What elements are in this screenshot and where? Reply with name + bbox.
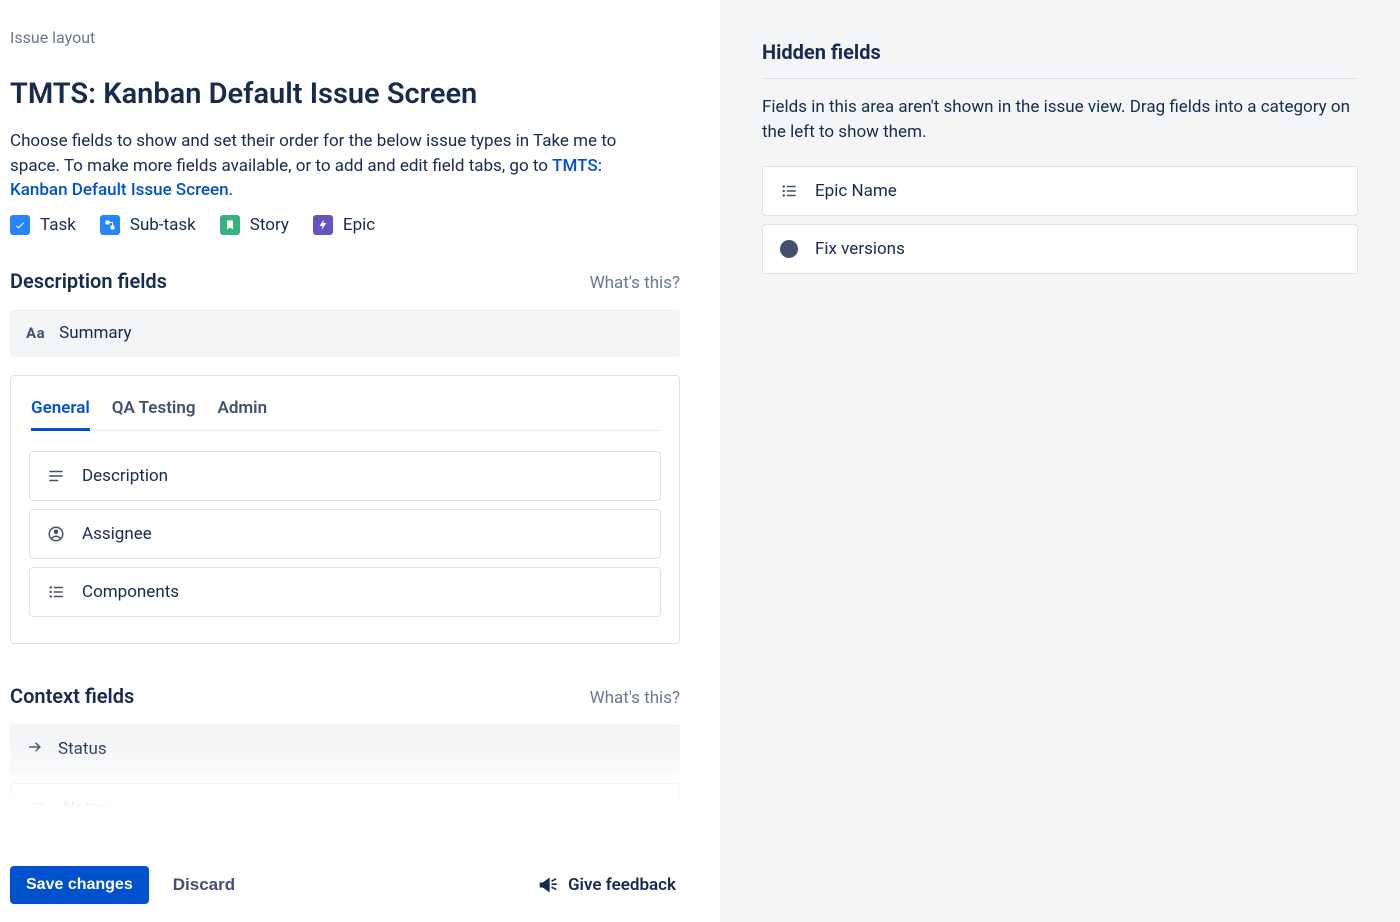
field-label: Status [58,739,107,759]
context-field-list: Status Notes Reporter [10,724,680,852]
tab-qa-testing[interactable]: QA Testing [112,398,196,431]
status-locked-field: Status [10,724,680,775]
issue-type-task: Task [10,215,76,235]
intro-text: Choose fields to show and set their orde… [10,129,650,203]
hidden-fields-description: Fields in this area aren't shown in the … [762,95,1358,144]
list-icon [779,181,799,201]
list-icon [46,582,66,602]
issue-type-label: Story [250,215,289,235]
paragraph-icon [46,466,66,486]
context-fields-header: Context fields What's this? [10,684,710,708]
page-title: TMTS: Kanban Default Issue Screen [10,77,710,111]
issue-type-story: Story [220,215,289,235]
issue-type-label: Epic [343,215,375,235]
field-description[interactable]: Description [29,451,661,501]
section-heading: Description fields [10,269,167,293]
megaphone-icon [538,875,558,895]
issue-type-subtask: Sub-task [100,215,196,235]
save-button[interactable]: Save changes [10,866,149,904]
epic-icon [313,215,333,235]
task-icon [10,215,30,235]
field-label: Fix versions [815,239,905,259]
feedback-label: Give feedback [568,875,676,895]
text-field-icon: Aa [26,324,45,342]
discard-button[interactable]: Discard [173,875,235,895]
issue-types-row: Task Sub-task Story [10,215,710,235]
field-label: Description [82,466,168,486]
description-field-list: Description Assignee Components [29,451,661,617]
tab-admin[interactable]: Admin [218,398,268,431]
description-whats-this[interactable]: What's this? [590,273,680,293]
chevron-down-circle-icon [779,239,799,259]
field-epic-name[interactable]: Epic Name [762,166,1358,216]
description-tabs-card: General QA Testing Admin Description [10,375,680,644]
description-fields-header: Description fields What's this? [10,269,710,293]
field-label: Epic Name [815,181,897,201]
field-reporter[interactable]: Reporter [10,841,680,852]
field-label: Assignee [82,524,152,544]
field-tabs: General QA Testing Admin [29,398,661,431]
section-heading: Context fields [10,684,134,708]
person-icon [46,524,66,544]
subtask-icon [100,215,120,235]
summary-locked-field: Aa Summary [10,309,680,357]
give-feedback-button[interactable]: Give feedback [538,875,700,895]
issue-type-epic: Epic [313,215,375,235]
tab-general[interactable]: General [31,398,90,431]
field-components[interactable]: Components [29,567,661,617]
issue-type-label: Task [40,215,76,235]
paragraph-icon [27,798,47,818]
field-fix-versions[interactable]: Fix versions [762,224,1358,274]
hidden-fields-heading: Hidden fields [762,40,1358,79]
field-label: Components [82,582,179,602]
story-icon [220,215,240,235]
field-label: Summary [59,323,131,343]
intro-period: . [229,180,233,200]
hidden-fields-panel: Hidden fields Fields in this area aren't… [720,0,1400,922]
field-notes[interactable]: Notes [10,783,680,833]
field-assignee[interactable]: Assignee [29,509,661,559]
intro-body: Choose fields to show and set their orde… [10,131,616,176]
arrow-right-icon [26,738,44,761]
hidden-field-list: Epic Name Fix versions [762,166,1358,274]
context-whats-this[interactable]: What's this? [590,688,680,708]
issue-type-label: Sub-task [130,215,196,235]
footer-bar: Save changes Discard Give feedback [10,852,710,922]
field-label: Notes [63,798,108,818]
breadcrumb[interactable]: Issue layout [10,28,710,47]
